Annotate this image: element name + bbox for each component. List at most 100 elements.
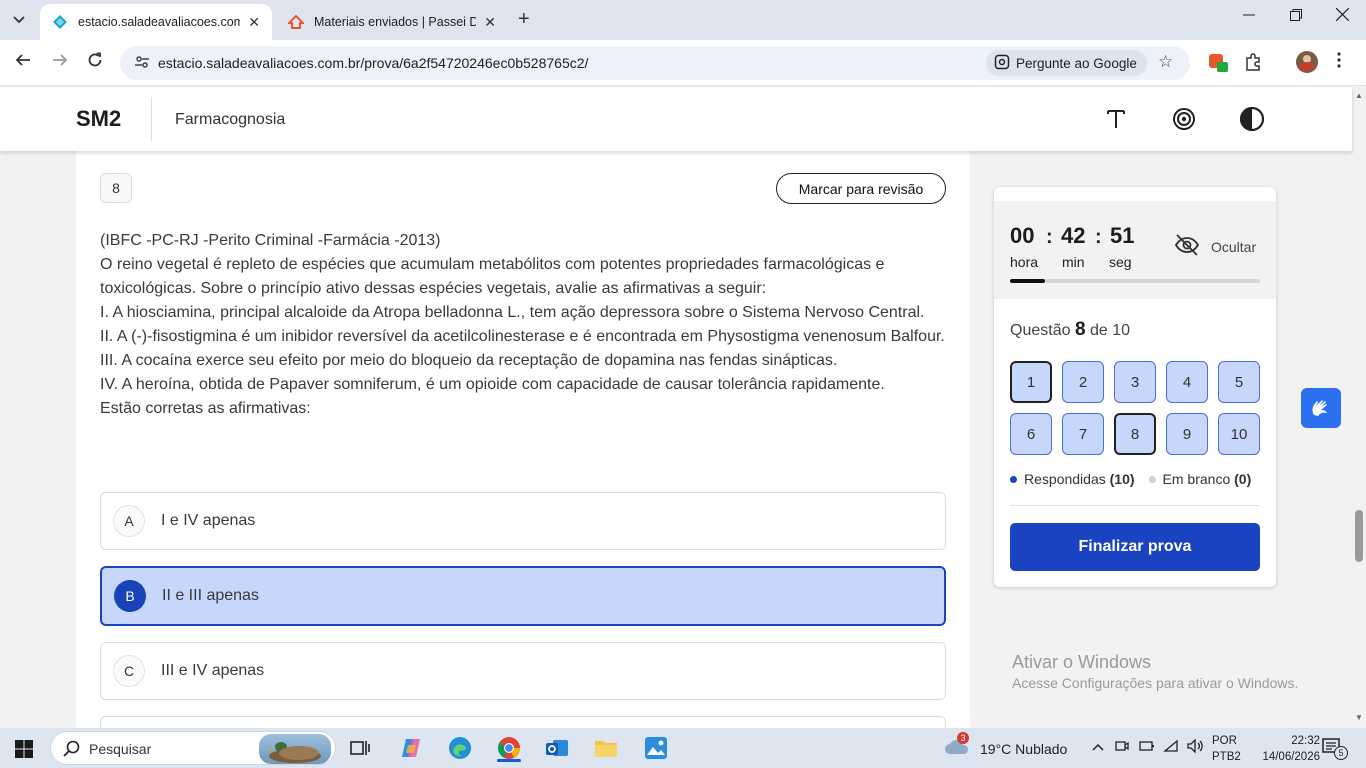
option-a[interactable]: A I e IV apenas [100,492,946,550]
forward-icon[interactable] [52,52,68,73]
keyboard-layout: PTB2 [1212,751,1241,763]
counter-prefix: Questão [1010,322,1071,339]
option-letter: C [113,655,145,687]
sign-language-widget-icon[interactable] [1301,388,1341,428]
option-c[interactable]: C III e IV apenas [100,642,946,700]
chrome-icon[interactable] [495,734,523,762]
question-prompt: Estão corretas as afirmativas: [100,400,311,417]
timer-separator: : [1046,226,1053,248]
new-tab-icon[interactable]: + [518,8,530,31]
statement-iv: IV. A heroína, obtida de Papaver somnife… [100,376,885,393]
edge-browser-icon[interactable] [446,734,474,762]
browser-tab-bar: estacio.saladeavaliacoes.com.br ✕ Materi… [0,0,1366,40]
weather-text: 19°C Nublado [980,740,1068,757]
ask-google-button[interactable]: Pergunte ao Google [986,50,1147,76]
counter-current: 8 [1074,319,1086,340]
input-language-indicator[interactable]: POR PTB2 [1212,733,1241,765]
extension-icon[interactable] [1208,53,1230,78]
timer-seconds-label: seg [1109,254,1132,270]
photos-app-icon[interactable] [642,734,670,762]
url-field[interactable]: estacio.saladeavaliacoes.com.br/prova/6a… [120,46,1190,80]
task-view-icon[interactable] [346,734,374,762]
volume-icon[interactable] [1187,738,1205,756]
answered-label: Respondidas [1024,471,1106,487]
question-nav-button[interactable]: 5 [1218,361,1260,403]
tab-search-button[interactable] [6,7,32,33]
timer-seconds: 51 [1110,223,1135,248]
statement-iii: III. A cocaína exerce seu efeito por mei… [100,352,838,369]
watermark-subtitle: Acesse Configurações para ativar o Windo… [1012,675,1299,691]
focus-target-icon[interactable] [1168,103,1200,135]
question-nav-button[interactable]: 4 [1166,361,1208,403]
notifications-icon[interactable]: 5 [1322,737,1348,762]
copilot-icon[interactable] [397,734,425,762]
search-highlight-duck-image [259,734,331,764]
meet-now-icon[interactable] [1115,739,1129,756]
question-number-badge: 8 [100,173,132,203]
windows-start-icon[interactable] [15,740,33,763]
scroll-up-icon[interactable]: ▲ [1355,91,1363,100]
question-nav-button[interactable]: 6 [1010,413,1052,455]
browser-menu-icon[interactable] [1337,52,1341,73]
wifi-icon[interactable] [1163,739,1179,756]
browser-tab[interactable]: Materiais enviados | Passei Direto ✕ [276,4,508,40]
timer-separator: : [1095,226,1102,248]
battery-plug-icon[interactable] [1139,739,1155,756]
question-paragraph: O reino vegetal é repleto de espécies qu… [100,256,885,297]
reload-icon[interactable] [87,52,103,73]
question-statement: (IBFC -PC-RJ -Perito Criminal -Farmácia … [100,229,950,421]
question-counter: Questão 8 de 10 [1010,319,1130,341]
question-nav-button[interactable]: 9 [1166,413,1208,455]
cloud-icon: 3 [944,732,970,759]
question-nav-button[interactable]: 3 [1114,361,1156,403]
question-nav-button[interactable]: 2 [1062,361,1104,403]
option-b[interactable]: B II e III apenas [100,566,946,626]
active-app-indicator [497,759,521,762]
restore-icon[interactable] [1290,8,1302,26]
minimize-icon[interactable] [1243,8,1255,26]
course-title: Farmacognosia [175,111,286,128]
search-icon [63,740,81,763]
extensions-puzzle-icon[interactable] [1244,53,1262,76]
font-size-icon[interactable] [1100,103,1132,135]
brand-logo: SM2 [76,106,122,131]
eye-off-icon[interactable] [1174,234,1200,261]
tab-title: estacio.saladeavaliacoes.com.br [78,15,241,29]
taskbar-clock[interactable]: 22:32 14/06/2026 [1258,733,1320,765]
close-window-icon[interactable] [1335,7,1350,26]
file-explorer-icon[interactable] [592,734,620,762]
hide-timer-button[interactable]: Ocultar [1211,239,1256,255]
scroll-down-icon[interactable]: ▼ [1355,713,1363,722]
statement-i: I. A hiosciamina, principal alcaloide da… [100,304,925,321]
blank-dot [1148,475,1156,483]
question-nav-button-current[interactable]: 8 [1114,413,1156,455]
passei-direto-favicon-icon [288,14,304,30]
outlook-icon[interactable] [543,734,571,762]
search-placeholder: Pesquisar [89,741,152,757]
finish-exam-button[interactable]: Finalizar prova [1010,523,1260,571]
browser-tab-active[interactable]: estacio.saladeavaliacoes.com.br ✕ [40,4,272,40]
weather-widget[interactable]: 3 19°C Nublado [944,732,1068,759]
time-progress-fill [1010,279,1045,283]
contrast-icon[interactable] [1236,103,1268,135]
site-favicon-icon [52,14,68,30]
question-nav-button[interactable]: 7 [1062,413,1104,455]
close-tab-icon[interactable]: ✕ [484,14,496,31]
page-scrollbar[interactable]: ▲ ▼ [1352,87,1366,727]
question-nav-button[interactable]: 10 [1218,413,1260,455]
bookmark-star-icon[interactable]: ☆ [1158,52,1173,72]
question-nav-button[interactable]: 1 [1010,361,1052,403]
mark-for-review-button[interactable]: Marcar para revisão [776,173,946,204]
profile-avatar[interactable] [1296,51,1318,78]
timer-minutes-label: min [1062,254,1085,270]
counter-suffix: de 10 [1089,322,1131,339]
site-settings-icon[interactable] [134,54,150,73]
show-hidden-icons-icon[interactable] [1092,739,1104,754]
timer-hours: 00 [1010,223,1035,248]
scroll-thumb[interactable] [1355,510,1363,562]
taskbar-search-box[interactable]: Pesquisar [50,731,336,765]
close-tab-icon[interactable]: ✕ [248,14,260,31]
back-icon[interactable] [15,52,31,73]
blank-label: Em branco [1162,471,1231,487]
blank-count: (0) [1234,471,1252,487]
